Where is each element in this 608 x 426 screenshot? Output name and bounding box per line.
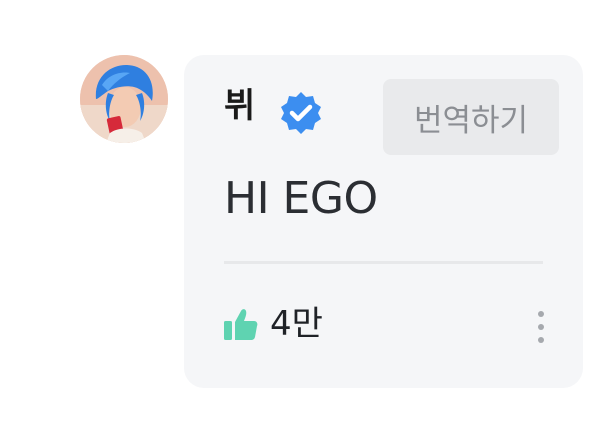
- like-count: 4만: [270, 304, 323, 344]
- avatar[interactable]: [80, 55, 168, 143]
- avatar-image: [80, 55, 168, 143]
- verified-badge-icon: [281, 92, 321, 134]
- comment-text: HI EGO: [224, 173, 378, 224]
- divider: [224, 261, 543, 264]
- thumbs-up-icon: [224, 309, 258, 340]
- comment-screen: 뷔 번역하기 HI EGO 4만: [0, 0, 608, 426]
- like-button[interactable]: 4만: [222, 305, 323, 343]
- author-name[interactable]: 뷔: [224, 89, 255, 123]
- more-vertical-icon[interactable]: [529, 307, 553, 347]
- comment-card: 뷔 번역하기 HI EGO 4만: [184, 55, 583, 388]
- translate-button[interactable]: 번역하기: [383, 79, 559, 155]
